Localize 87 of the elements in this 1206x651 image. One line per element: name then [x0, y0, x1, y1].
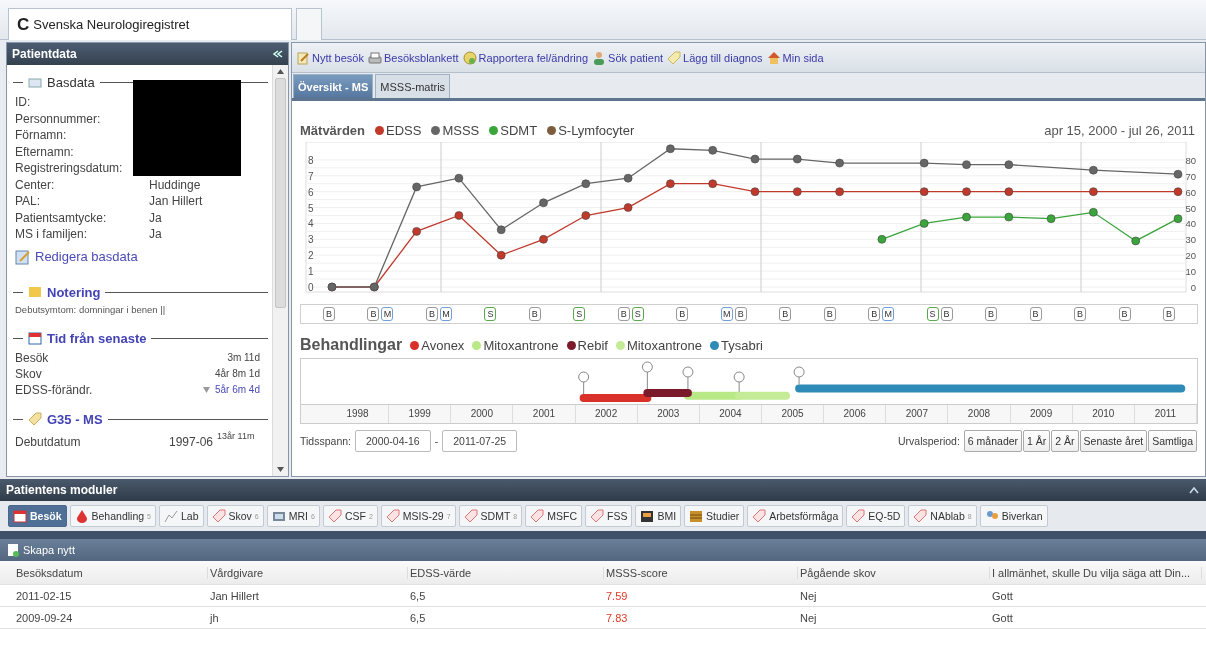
axis-tick-label: 1	[308, 266, 314, 278]
field-label: PAL:	[15, 193, 42, 210]
note-text: Debutsymtom: domningar i benen ||	[15, 303, 167, 315]
field-value: Jan Hillert	[149, 193, 204, 210]
field-value: Ja	[149, 226, 163, 243]
field-label: Tidsspann:	[300, 435, 351, 447]
axis-tick-label: 0	[308, 282, 314, 293]
row-label: EDSS-förändr.	[15, 381, 93, 398]
year-label: 2010	[1072, 405, 1135, 423]
axis-tick-label: 10	[1185, 266, 1196, 278]
year-label: 1999	[389, 405, 452, 423]
axis-tick-label: 80	[1185, 154, 1196, 166]
row-label: Besök	[15, 349, 49, 366]
table-cell-text: Nej	[799, 611, 818, 624]
year-label: 2006	[824, 405, 887, 423]
modules-title: Patientens moduler	[6, 483, 118, 497]
axis-tick-label: 50	[1185, 202, 1196, 214]
year-label: 2002	[575, 405, 638, 423]
axis-tick-label: 4	[308, 218, 314, 230]
year-label: 1998	[327, 405, 390, 423]
range-separator: -	[434, 435, 439, 447]
table-cell-text: 6,5	[409, 611, 427, 624]
legend-item: Mitoxantrone	[615, 337, 703, 353]
table-cell-text: Gott	[991, 611, 1014, 624]
axis-tick-label: 3	[308, 234, 314, 246]
year-label: 2000	[451, 405, 514, 423]
field-label: Urvalsperiod:	[898, 435, 960, 447]
year-label: 2008	[948, 405, 1011, 423]
year-label: 2003	[637, 405, 700, 423]
table-cell-text: jh	[208, 611, 220, 624]
legend-item: Avonex	[410, 337, 465, 353]
axis-tick-label: 20	[1185, 250, 1196, 262]
axis-tick-label: 70	[1185, 170, 1196, 182]
legend-item: S-Lymfocyter	[547, 123, 635, 138]
axis-tick-label: 60	[1185, 186, 1196, 198]
field-label: ID:	[15, 94, 32, 111]
field-label: Efternamn:	[15, 143, 75, 160]
logo: C	[17, 14, 30, 35]
field-label: Center:	[15, 176, 56, 193]
section-title: Basdata	[47, 75, 95, 90]
row-value: 4år 8m 1d	[214, 366, 260, 381]
axis-tick-label: 0	[1190, 282, 1196, 293]
table-cell-text: Nej	[799, 589, 818, 602]
field-label: Personnummer:	[15, 110, 102, 127]
table-cell-text: Gott	[991, 589, 1014, 602]
date-range: apr 15, 2000 - jul 26, 2011	[1044, 123, 1195, 138]
field-label: Registreringsdatum:	[15, 160, 124, 177]
axis-tick-label: 40	[1185, 218, 1196, 230]
legend-item: MSSS	[431, 123, 480, 138]
row-label: Skov	[15, 365, 42, 382]
duration-note: 13år 11m	[217, 430, 255, 441]
year-label: 2004	[699, 405, 762, 423]
axis-tick-label: 5	[308, 202, 314, 214]
legend-item: SDMT	[489, 123, 538, 138]
year-label: 2009	[1010, 405, 1073, 423]
axis-tick-label: 7	[308, 170, 314, 182]
year-label: 2001	[513, 405, 576, 423]
row-value: 3m 11d	[227, 350, 260, 365]
field-value: Ja	[149, 209, 163, 226]
table-cell-text: 2009-09-24	[15, 611, 74, 624]
app-title: Svenska Neurologiregistret	[33, 17, 190, 32]
field-label: MS i familjen:	[15, 226, 89, 243]
table-cell-text: 7.59	[605, 589, 629, 602]
axis-tick-label: 30	[1185, 234, 1196, 246]
table-cell-text: 2011-02-15	[15, 589, 73, 602]
row-label: Debutdatum	[15, 434, 82, 449]
row-value: 5år 6m 4d	[214, 382, 260, 397]
legend-item: EDSS	[375, 123, 422, 138]
chart-title: Behandlingar	[300, 336, 403, 354]
year-label: 2007	[886, 405, 949, 423]
row-value: 1997-06	[169, 434, 214, 449]
table-cell-text: 6,5	[409, 589, 427, 602]
axis-tick-label: 6	[308, 186, 314, 198]
year-label: 2005	[762, 405, 825, 423]
legend-item: Tysabri	[710, 337, 763, 353]
panel-title: Patientdata	[12, 47, 77, 61]
axis-tick-label: 8	[308, 154, 314, 166]
axis-tick-label: 2	[308, 250, 314, 262]
chart-title: Mätvärden	[300, 123, 366, 138]
field-label: Patientsamtycke:	[15, 209, 108, 226]
table-cell-text: Jan Hillert	[209, 589, 260, 602]
table-cell-text: 7.83	[605, 611, 629, 624]
legend-item: Mitoxantrone	[472, 337, 559, 353]
legend-item: Rebif	[566, 337, 608, 353]
year-label: 2011	[1134, 405, 1197, 423]
field-value: Huddinge	[149, 176, 202, 193]
field-label: Förnamn:	[15, 127, 68, 144]
